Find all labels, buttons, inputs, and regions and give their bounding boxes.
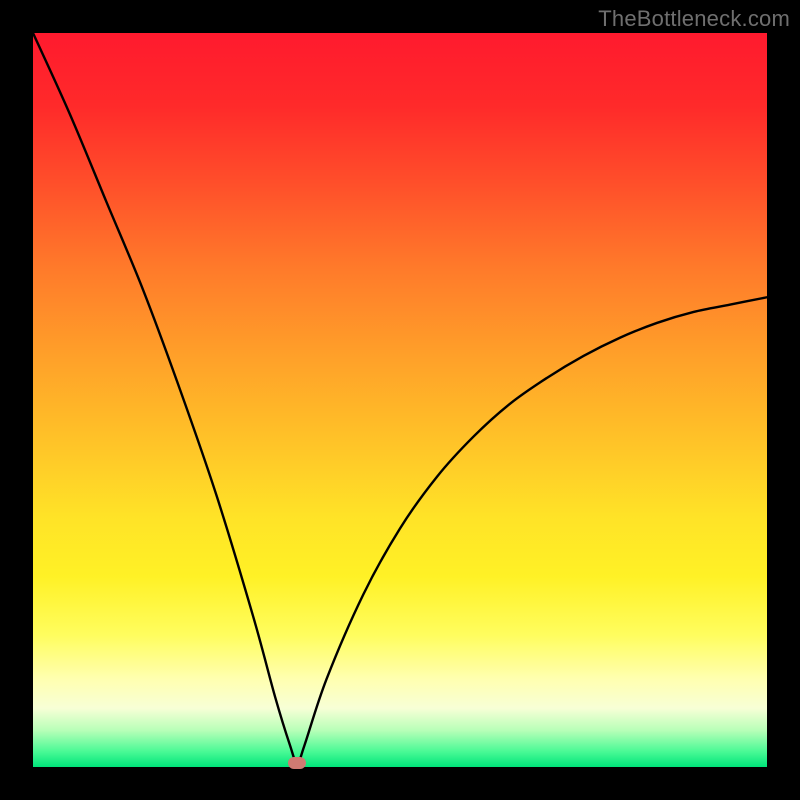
bottleneck-curve xyxy=(33,33,767,767)
plot-area xyxy=(33,33,767,767)
watermark-text: TheBottleneck.com xyxy=(598,6,790,32)
chart-frame: TheBottleneck.com xyxy=(0,0,800,800)
curve-path xyxy=(33,33,767,763)
optimal-point-marker xyxy=(288,757,306,769)
